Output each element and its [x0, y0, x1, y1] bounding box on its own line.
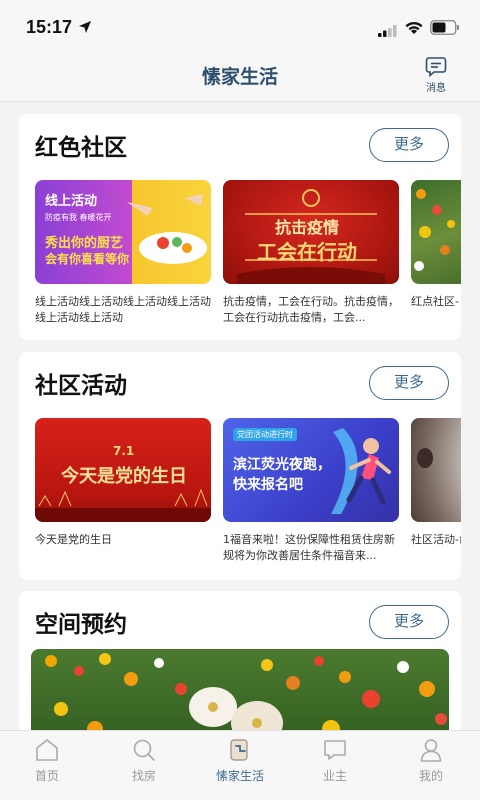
thumbnail-image: 抗击疫情 工会在行动 [223, 180, 399, 284]
thumbnail-image: 党团活动进行时 滨江荧光夜跑， 快来报名吧 [223, 418, 399, 522]
section-title: 社区活动 [35, 373, 127, 399]
image-text-line1: 今天是党的生日 [61, 466, 187, 487]
section-red-community: 红色社区 更多 线上活动 防疫有我 春暖花开 秀出你的厨艺 会有你喜看等你 线上… [19, 114, 461, 340]
image-text-line2: 快来报名吧 [233, 477, 303, 493]
tab-owner[interactable]: 业主 [300, 737, 370, 784]
tab-life[interactable]: 愫家生活 [205, 737, 275, 784]
more-button[interactable]: 更多 [369, 366, 449, 400]
item-caption: 抗击疫情，工会在行动。抗击疫情，工会在行动抗击疫情，工会... [223, 295, 399, 324]
battery-icon [430, 20, 460, 39]
tab-find-room[interactable]: 找房 [109, 737, 179, 784]
status-time: 15:17 [26, 17, 73, 37]
section-community-activities: 社区活动 更多 7.1 今天是党的生日 今天是党的生日 党团活动进行时 滨江荧光… [19, 352, 461, 580]
thumbnail-row[interactable]: 7.1 今天是党的生日 今天是党的生日 党团活动进行时 滨江荧光夜跑， 快来报名… [35, 418, 461, 580]
list-item[interactable]: 线上活动 防疫有我 春暖花开 秀出你的厨艺 会有你喜看等你 线上活动线上活动线上… [35, 180, 211, 326]
page-title: 愫家生活 [201, 66, 278, 88]
image-title: 线上活动 [45, 194, 98, 209]
life-icon [205, 737, 275, 763]
tab-label: 首页 [34, 769, 59, 783]
more-button[interactable]: 更多 [369, 128, 449, 162]
messages-label: 消息 [426, 83, 446, 94]
tab-mine[interactable]: 我的 [396, 737, 466, 784]
wifi-icon [404, 20, 424, 39]
image-text-line2: 工会在行动 [257, 240, 357, 264]
messages-button[interactable]: 消息 [416, 56, 456, 96]
person-icon [396, 737, 466, 763]
thumbnail-image: 7.1 今天是党的生日 [35, 418, 211, 522]
home-icon [12, 737, 82, 763]
list-item[interactable]: 党团活动进行时 滨江荧光夜跑， 快来报名吧 1福音来啦！这份保障性租赁住房新规将… [223, 418, 399, 564]
section-title: 空间预约 [35, 612, 127, 638]
image-text-line1: 滨江荧光夜跑， [233, 457, 331, 473]
tab-home[interactable]: 首页 [12, 737, 82, 784]
tab-label: 愫家生活 [215, 769, 264, 783]
list-item[interactable]: 社区活动-命精神 [411, 418, 461, 564]
image-text-line1: 抗击疫情 [275, 218, 340, 237]
item-caption: 1福音来啦！这份保障性租赁住房新规将为你改善居住条件福音来... [223, 533, 395, 562]
image-text-line1: 秀出你的厨艺 [45, 236, 124, 251]
image-date: 7.1 [113, 444, 135, 458]
thumbnail-image [411, 418, 461, 522]
item-caption: 红点社区- [411, 295, 459, 308]
bottom-tab-bar: 首页 找房 愫家生活 业主 我的 [0, 730, 480, 800]
search-icon [109, 737, 179, 763]
list-item[interactable]: 抗击疫情 工会在行动 抗击疫情，工会在行动。抗击疫情，工会在行动抗击疫情，工会.… [223, 180, 399, 326]
more-button[interactable]: 更多 [369, 605, 449, 639]
item-caption: 线上活动线上活动线上活动线上活动线上活动线上活动 [35, 295, 211, 324]
section-space-booking: 空间预约 更多 [19, 591, 461, 751]
tab-label: 业主 [322, 769, 347, 783]
tab-label: 找房 [131, 769, 156, 783]
list-item[interactable]: 7.1 今天是党的生日 今天是党的生日 [35, 418, 211, 564]
message-bubble-icon [416, 56, 456, 78]
nav-bar: 愫家生活 消息 [0, 56, 480, 102]
thumbnail-image: 线上活动 防疫有我 春暖花开 秀出你的厨艺 会有你喜看等你 [35, 180, 211, 284]
item-caption: 今天是党的生日 [35, 533, 112, 546]
image-tag: 党团活动进行时 [233, 428, 297, 441]
location-arrow-icon [78, 19, 92, 38]
cellular-signal-icon [378, 22, 398, 41]
section-title: 红色社区 [35, 135, 127, 161]
status-bar: 15:17 [0, 0, 480, 56]
thumbnail-row[interactable]: 线上活动 防疫有我 春暖花开 秀出你的厨艺 会有你喜看等你 线上活动线上活动线上… [35, 180, 461, 340]
thumbnail-image [411, 180, 461, 284]
tab-label: 我的 [418, 769, 443, 783]
chat-icon [300, 737, 370, 763]
item-caption: 社区活动-命精神 [411, 533, 461, 546]
image-subtitle: 防疫有我 春暖花开 [45, 213, 112, 222]
list-item[interactable]: 红点社区- [411, 180, 461, 326]
image-text-line2: 会有你喜看等你 [45, 252, 130, 266]
